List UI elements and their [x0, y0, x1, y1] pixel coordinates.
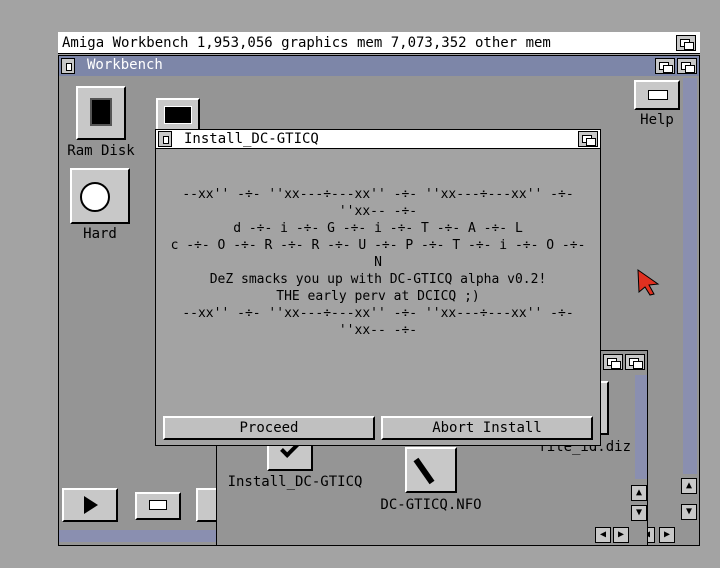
hard-disk-label[interactable]: Hard — [70, 226, 130, 242]
workbench-vertical-scrollbar[interactable] — [683, 78, 697, 474]
help-label[interactable]: Help — [634, 112, 680, 128]
ram-disk-label[interactable]: Ram Disk — [66, 143, 136, 159]
dialog-message-area: --xx'' -÷- ''xx---÷---xx'' -÷- ''xx---÷-… — [160, 186, 596, 412]
workbench-scroll-up-arrow[interactable]: ▲ — [681, 478, 697, 494]
drawer-scroll-down-arrow[interactable]: ▼ — [631, 505, 647, 521]
mouse-pointer-icon — [637, 269, 660, 296]
workbench-scroll-right-arrow[interactable]: ▶ — [659, 527, 675, 543]
dialog-line: DeZ smacks you up with DC-GTICQ alpha v0… — [209, 272, 547, 287]
drawer-small-icon[interactable] — [135, 492, 181, 520]
dialog-line: --xx'' -÷- ''xx---÷---xx'' -÷- ''xx---÷-… — [182, 187, 574, 202]
install-dialog: Install_DC-GTICQ --xx'' -÷- ''xx---÷---x… — [155, 129, 601, 446]
workbench-zoom-gadget[interactable] — [655, 58, 675, 74]
proceed-button[interactable]: Proceed — [163, 416, 375, 440]
chip-icon — [90, 98, 112, 126]
dialog-line: N — [374, 255, 382, 270]
drawer-scroll-up-arrow[interactable]: ▲ — [631, 485, 647, 501]
drawer-scroll-left-arrow[interactable]: ◀ — [595, 527, 611, 543]
hammer-icon — [413, 457, 435, 485]
disk-platter-icon — [80, 182, 110, 212]
drawer-zoom-gadget[interactable] — [603, 354, 623, 370]
dialog-depth-gadget[interactable] — [578, 131, 598, 147]
screen-title-bar: Amiga Workbench 1,953,056 graphics mem 7… — [58, 32, 700, 54]
terminal-icon — [164, 106, 192, 124]
nfo-file-icon[interactable] — [405, 447, 457, 493]
workbench-scroll-down-arrow[interactable]: ▼ — [681, 504, 697, 520]
workbench-close-gadget[interactable] — [61, 58, 75, 74]
dialog-line: ''xx-- -÷- — [338, 323, 418, 338]
nfo-file-label[interactable]: DC-GTICQ.NFO — [371, 497, 491, 513]
abort-install-button[interactable]: Abort Install — [381, 416, 593, 440]
screen-title: Amiga Workbench 1,953,056 graphics mem 7… — [62, 35, 551, 51]
play-triangle-icon — [84, 496, 98, 514]
shell-icon[interactable] — [156, 98, 200, 132]
dialog-title: Install_DC-GTICQ — [184, 131, 319, 147]
ram-disk-icon[interactable] — [76, 86, 126, 140]
install-script-label[interactable]: Install_DC-GTICQ — [221, 474, 369, 490]
dialog-line: ''xx-- -÷- — [338, 204, 418, 219]
drawer-vertical-scrollbar[interactable] — [635, 375, 647, 479]
dialog-line: c -÷- O -÷- R -÷- R -÷- U -÷- P -÷- T -÷… — [170, 238, 586, 253]
hard-disk-icon[interactable] — [70, 168, 130, 224]
dialog-line: d -÷- i -÷- G -÷- i -÷- T -÷- A -÷- L — [233, 221, 523, 236]
drawer-scroll-right-arrow[interactable]: ▶ — [613, 527, 629, 543]
dialog-close-gadget[interactable] — [158, 131, 172, 147]
drawer-depth-gadget[interactable] — [625, 354, 645, 370]
help-icon[interactable] — [634, 80, 680, 110]
dialog-line: --xx'' -÷- ''xx---÷---xx'' -÷- ''xx---÷-… — [182, 306, 574, 321]
dialog-title-bar[interactable]: Install_DC-GTICQ — [156, 130, 600, 149]
screen-depth-gadget[interactable] — [676, 35, 696, 51]
workbench-depth-gadget[interactable] — [677, 58, 697, 74]
drawer-icon — [648, 90, 668, 100]
workbench-title-bar[interactable]: Workbench — [59, 56, 699, 76]
dialog-line: THE early perv at DCICQ ;) — [276, 289, 480, 304]
play-icon[interactable] — [62, 488, 118, 522]
workbench-title: Workbench — [87, 57, 163, 73]
tray-icon — [149, 500, 167, 510]
